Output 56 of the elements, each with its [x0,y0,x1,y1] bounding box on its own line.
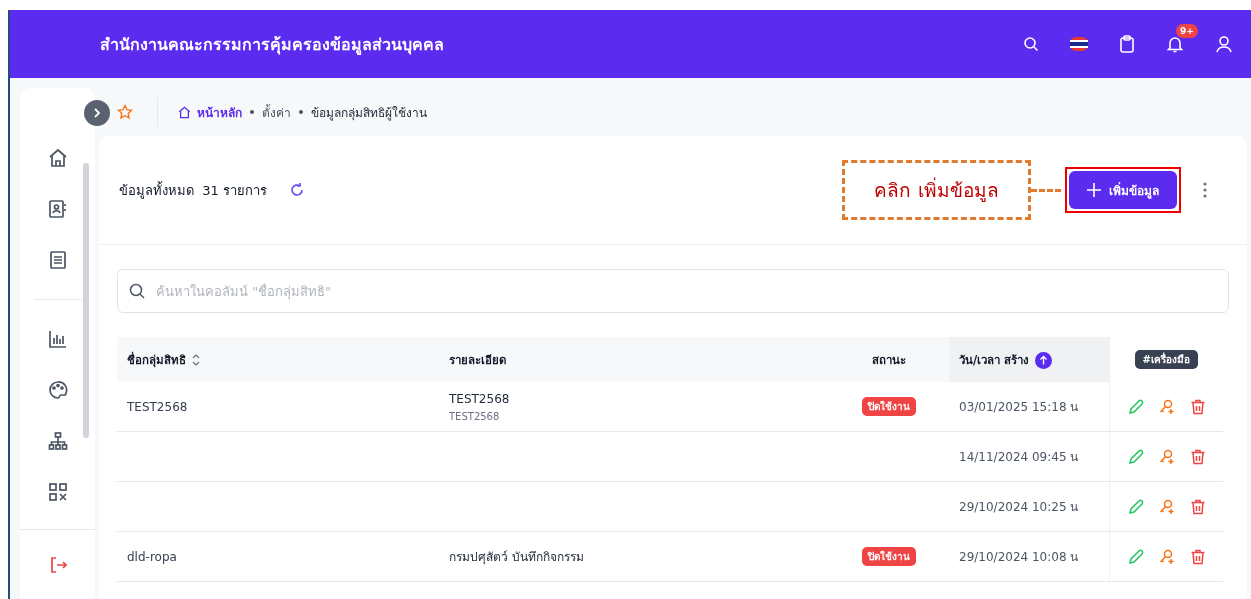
status-badge: ปิดใช้งาน [862,397,916,416]
trash-icon[interactable] [1189,548,1206,565]
app-title: สำนักงานคณะกรรมการคุ้มครองข้อมูลส่วนบุคคล [100,33,444,57]
bell-icon[interactable] [1166,35,1184,53]
chevron-right-icon [93,108,101,118]
bullet-icon [299,110,303,114]
home-icon [178,105,191,119]
breadcrumb-current: ข้อมูลกลุ่มสิทธิผู้ใช้งาน [311,104,427,122]
search-icon[interactable] [1023,36,1039,52]
callout-text: คลิก เพิ่มข้อมูล [874,179,999,201]
palette-icon[interactable] [47,380,68,400]
bar-chart-icon[interactable] [47,329,68,349]
column-header: สถานะ [829,337,949,382]
trash-icon[interactable] [1189,498,1206,515]
user-add-icon[interactable] [1158,448,1175,465]
column-header[interactable]: ชื่อกลุ่มสิทธิ [117,337,439,382]
qr-code-icon[interactable] [47,482,68,502]
plus-icon [1087,183,1101,197]
user-add-icon[interactable] [1158,498,1175,515]
more-icon[interactable] [1203,182,1207,198]
user-icon[interactable] [1215,35,1233,53]
user-add-icon[interactable] [1158,548,1175,565]
table-cell-text: กรมปศุสัตว์ บันทึกกิจกรรม [449,549,585,566]
record-count: ข้อมูลทั้งหมด 31 รายการ [119,180,267,201]
table-cell: 29/10/2024 10:25 น [959,500,1079,514]
add-button[interactable]: เพิ่มข้อมูล [1069,171,1177,209]
contact-card-icon[interactable] [47,199,68,219]
sort-icon [192,354,200,366]
notification-badge: 9+ [1176,24,1198,38]
bullet-icon [250,110,254,114]
flag-icon[interactable] [1070,37,1088,51]
table-cell: TEST2568 [127,399,188,414]
breadcrumb-link[interactable]: ตั้งค่า [262,102,291,122]
search-field[interactable]: ค้นหาในคอลัมน์ "ชื่อกลุ่มสิทธิ" [117,269,1229,313]
refresh-icon[interactable] [288,182,305,198]
table-cell: 14/11/2024 09:45 น [959,450,1079,464]
user-add-icon[interactable] [1158,398,1175,415]
star-icon[interactable] [117,104,133,120]
tools-label: #เครื่องมือ [1134,350,1198,369]
home-icon[interactable] [47,148,68,168]
table-cell: 29/10/2024 10:08 น [959,550,1079,564]
column-header: รายละเอียด [439,337,829,382]
sort-ascending-icon [1035,351,1053,369]
trash-icon[interactable] [1189,398,1206,415]
clipboard-icon[interactable] [1119,35,1135,53]
hierarchy-icon[interactable] [47,431,68,451]
column-header[interactable]: วัน/เวลา สร้าง [949,337,1110,382]
table-cell: 03/01/2025 15:18 น [959,400,1079,414]
document-icon[interactable] [47,250,68,270]
table-cell-text: TEST2568 [449,410,501,422]
breadcrumb-link[interactable]: หน้าหลัก [178,102,242,122]
table-cell-text: TEST2568 [449,391,511,406]
status-badge: ปิดใช้งาน [862,547,916,566]
expand-button[interactable] [84,100,110,126]
trash-icon[interactable] [1189,448,1206,465]
table-cell: dld-ropa [127,549,177,564]
